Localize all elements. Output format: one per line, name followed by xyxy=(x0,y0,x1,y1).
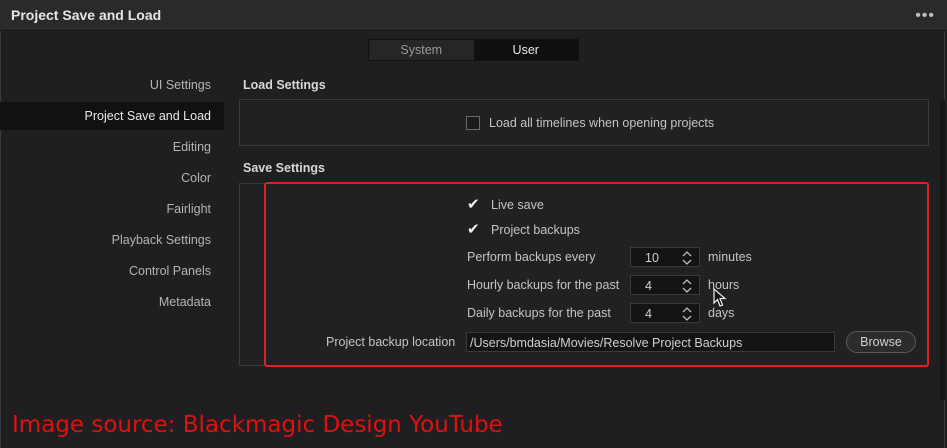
sidebar-item-playback-settings[interactable]: Playback Settings xyxy=(112,233,211,247)
mouse-cursor-icon xyxy=(713,288,727,307)
window-title: Project Save and Load xyxy=(11,7,162,23)
sidebar-item-color[interactable]: Color xyxy=(181,171,211,185)
sidebar-item-editing[interactable]: Editing xyxy=(173,140,211,154)
sidebar-item-ui-settings[interactable]: UI Settings xyxy=(150,78,211,92)
sidebar-item-project-save-and-load[interactable]: Project Save and Load xyxy=(85,109,211,123)
save-settings-title: Save Settings xyxy=(243,161,325,175)
highlight-annotation-box xyxy=(264,182,929,367)
load-all-timelines-label: Load all timelines when opening projects xyxy=(489,116,715,130)
load-all-timelines-checkbox[interactable] xyxy=(466,116,480,130)
title-bar: Project Save and Load ••• xyxy=(0,0,947,31)
image-source-caption: Image source: Blackmagic Design YouTube xyxy=(12,412,503,438)
tab-system[interactable]: System xyxy=(369,40,474,60)
sidebar-item-metadata[interactable]: Metadata xyxy=(159,295,211,309)
scrollbar-track[interactable] xyxy=(940,100,945,400)
sidebar-item-control-panels[interactable]: Control Panels xyxy=(129,264,211,278)
load-settings-title: Load Settings xyxy=(243,78,326,92)
system-user-toggle: System User xyxy=(368,39,579,61)
more-dots-icon[interactable]: ••• xyxy=(915,7,935,25)
sidebar-item-fairlight[interactable]: Fairlight xyxy=(167,202,211,216)
tab-user[interactable]: User xyxy=(473,40,578,60)
